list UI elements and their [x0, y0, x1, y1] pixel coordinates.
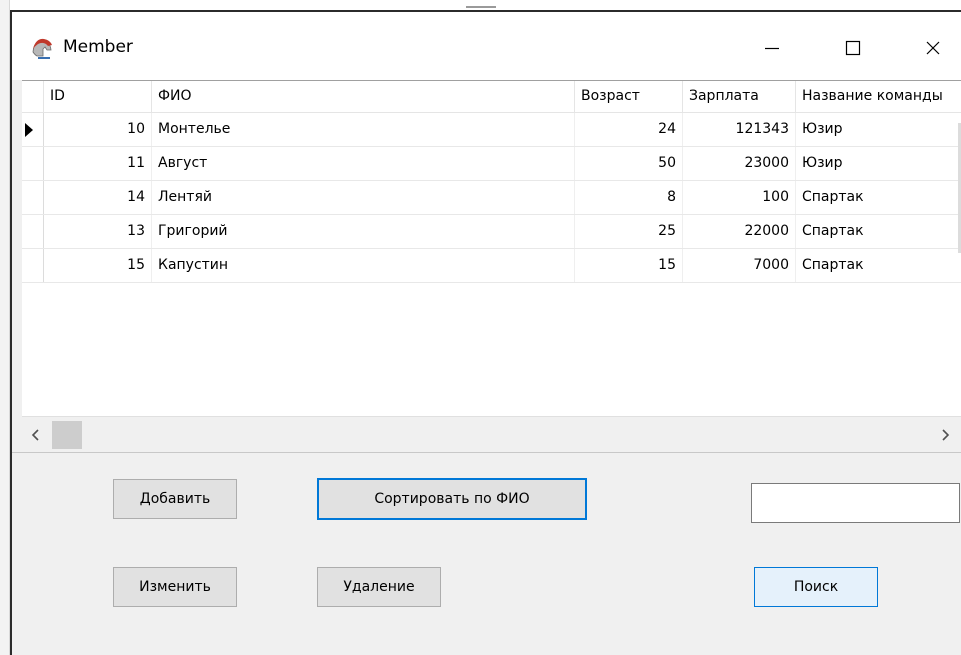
maximize-button[interactable] [830, 30, 876, 66]
background-window-fragment [466, 0, 496, 8]
table-row[interactable]: 15 Капустин 15 7000 Спартак [22, 249, 961, 283]
cell-fio[interactable]: Лентяй [152, 181, 575, 214]
edit-button[interactable]: Изменить [113, 567, 237, 607]
cell-age[interactable]: 24 [575, 113, 683, 146]
row-header[interactable] [22, 215, 44, 248]
cell-id[interactable]: 11 [44, 147, 152, 180]
members-grid[interactable]: ID ФИО Возраст Зарплата Название команды… [22, 80, 961, 452]
cell-salary[interactable]: 7000 [683, 249, 796, 282]
close-icon [926, 41, 940, 55]
row-header[interactable] [22, 147, 44, 180]
table-row[interactable]: 11 Август 50 23000 Юзир [22, 147, 961, 181]
cell-team[interactable]: Спартак [796, 181, 961, 214]
column-header-salary[interactable]: Зарплата [683, 81, 796, 112]
column-header-fio[interactable]: ФИО [152, 81, 575, 112]
cell-salary[interactable]: 100 [683, 181, 796, 214]
column-header-id[interactable]: ID [44, 81, 152, 112]
cell-age[interactable]: 15 [575, 249, 683, 282]
cell-salary[interactable]: 23000 [683, 147, 796, 180]
column-header-age[interactable]: Возраст [575, 81, 683, 112]
horizontal-scrollbar[interactable] [22, 416, 961, 452]
cell-team[interactable]: Спартак [796, 249, 961, 282]
cell-salary[interactable]: 121343 [683, 113, 796, 146]
desktop-background-strip [0, 0, 10, 655]
row-header[interactable] [22, 181, 44, 214]
cell-age[interactable]: 25 [575, 215, 683, 248]
cell-fio[interactable]: Капустин [152, 249, 575, 282]
current-row-pointer-icon [25, 123, 33, 137]
spartan-helmet-icon [30, 36, 54, 60]
minimize-icon [765, 47, 779, 50]
close-button[interactable] [910, 30, 956, 66]
cell-id[interactable]: 14 [44, 181, 152, 214]
divider [12, 452, 961, 453]
table-row[interactable]: 10 Монтелье 24 121343 Юзир [22, 113, 961, 147]
cell-team[interactable]: Юзир [796, 113, 961, 146]
scroll-left-button[interactable] [26, 425, 46, 445]
search-input[interactable] [751, 483, 960, 523]
sort-by-fio-button[interactable]: Сортировать по ФИО [317, 478, 587, 520]
cell-fio[interactable]: Монтелье [152, 113, 575, 146]
member-window: Member ID ФИО Возраст Зарплата Название … [10, 10, 961, 655]
row-header[interactable] [22, 249, 44, 282]
row-header[interactable] [22, 113, 44, 146]
row-header-corner[interactable] [22, 81, 44, 112]
cell-team[interactable]: Юзир [796, 147, 961, 180]
column-header-team[interactable]: Название команды [796, 81, 961, 112]
cell-id[interactable]: 15 [44, 249, 152, 282]
cell-id[interactable]: 10 [44, 113, 152, 146]
cell-id[interactable]: 13 [44, 215, 152, 248]
scroll-right-button[interactable] [935, 425, 955, 445]
maximize-icon [845, 40, 861, 56]
chevron-right-icon [942, 429, 950, 441]
cell-team[interactable]: Спартак [796, 215, 961, 248]
cell-age[interactable]: 50 [575, 147, 683, 180]
cell-age[interactable]: 8 [575, 181, 683, 214]
title-bar[interactable]: Member [12, 12, 961, 80]
search-button[interactable]: Поиск [754, 567, 878, 607]
table-row[interactable]: 13 Григорий 25 22000 Спартак [22, 215, 961, 249]
cell-fio[interactable]: Август [152, 147, 575, 180]
cell-fio[interactable]: Григорий [152, 215, 575, 248]
cell-salary[interactable]: 22000 [683, 215, 796, 248]
window-title: Member [63, 37, 133, 57]
horizontal-scrollbar-thumb[interactable] [52, 421, 82, 449]
table-row[interactable]: 14 Лентяй 8 100 Спартак [22, 181, 961, 215]
add-button[interactable]: Добавить [113, 479, 237, 519]
grid-header: ID ФИО Возраст Зарплата Название команды [22, 81, 961, 113]
chevron-left-icon [31, 429, 39, 441]
delete-button[interactable]: Удаление [317, 567, 441, 607]
minimize-button[interactable] [749, 30, 795, 66]
